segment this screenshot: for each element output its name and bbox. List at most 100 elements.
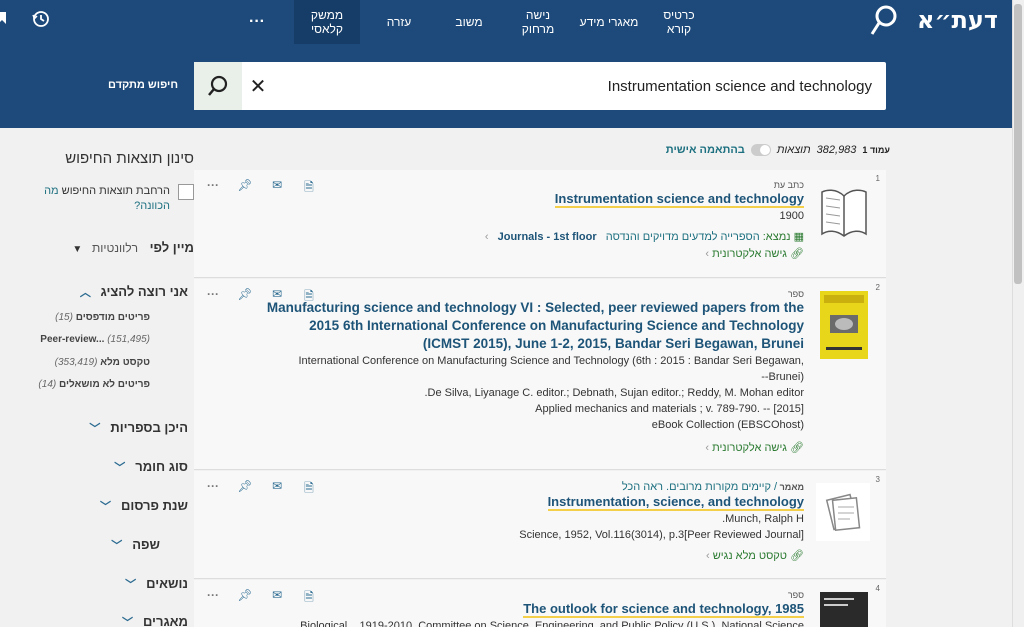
personalize-label[interactable]: בהתאמה אישית — [666, 144, 745, 156]
history-icon[interactable] — [32, 10, 50, 33]
nav-remote-access[interactable]: נישה מרחוק — [510, 0, 566, 44]
pin-icon[interactable] — [0, 10, 8, 33]
page-number: עמוד 1 — [862, 145, 890, 155]
personalize-toggle[interactable] — [750, 144, 771, 156]
results-summary: עמוד 1 382,983 תוצאות בהתאמה אישית — [640, 140, 890, 160]
facet-material-type[interactable]: סוג חומר﹀ — [114, 459, 188, 475]
scrollbar-thumb[interactable] — [1014, 4, 1022, 284]
result-number: 1 — [875, 174, 880, 183]
expand-results-label: הרחבת תוצאות החיפוש מה הכוונה? — [44, 185, 170, 212]
pin-icon[interactable]: 📌︎ — [236, 178, 254, 199]
material-type: כתב עת — [773, 180, 804, 190]
expand-results-checkbox[interactable] — [178, 184, 194, 200]
availability-link[interactable]: 🔗︎ טקסט מלא נגיש › — [264, 549, 804, 562]
result-title[interactable]: The outlook for science and technology, … — [264, 600, 804, 618]
email-icon[interactable]: ✉ — [268, 479, 286, 500]
see-all-sources-link[interactable]: / קיימים מקורות מרובים. ראה הכל — [622, 481, 777, 493]
result-meta: International Conference on Manufacturin… — [298, 355, 804, 383]
result-meta: Munch, Ralph H. — [722, 513, 804, 525]
more-actions-icon[interactable]: ··· — [204, 178, 222, 199]
facet-databases[interactable]: מאגרים﹀ — [122, 614, 188, 627]
search-input[interactable] — [312, 62, 872, 110]
nav-feedback[interactable]: משוב — [446, 0, 492, 44]
result-meta: De Silva, Liyanage C. editor.; Debnath, … — [424, 387, 804, 399]
clear-search-button[interactable]: ✕ — [246, 74, 270, 99]
search-band: ✕ חיפוש מתקדם — [0, 44, 1012, 128]
search-box: ✕ — [194, 62, 886, 110]
result-actions: ··· 📌︎ ✉ 🗎 — [204, 178, 318, 199]
chevron-left-icon: › — [705, 442, 709, 454]
availability-link[interactable]: 🔗︎ גישה אלקטרונית › — [264, 441, 804, 454]
facet-libraries[interactable]: היכן בספריות﹀ — [89, 420, 188, 436]
result-actions: ··· 📌︎ ✉ 🗎 — [204, 479, 318, 500]
result-item: 2 ספר Manufacturing science and technolo… — [194, 279, 886, 470]
scrollbar[interactable] — [1012, 0, 1024, 627]
search-button[interactable] — [194, 62, 242, 110]
facet-item[interactable]: פריטים לא מושאלים (14) — [38, 379, 150, 390]
result-item: 4 ספר The outlook for science and techno… — [194, 580, 886, 627]
chevron-up-icon: ︿ — [79, 287, 91, 299]
result-title[interactable]: Instrumentation, science, and technology — [264, 493, 804, 511]
book-cover-thumbnail[interactable] — [820, 592, 868, 627]
pin-icon[interactable]: 📌︎ — [236, 479, 254, 500]
facet-subjects[interactable]: נושאים﹀ — [125, 576, 188, 592]
material-type: ספר — [787, 590, 804, 600]
result-title[interactable]: Instrumentation science and technology — [264, 190, 804, 208]
nav-classic-interface[interactable]: ממשק קלאסי — [294, 0, 360, 44]
nav-help[interactable]: עזרה — [376, 0, 422, 44]
more-menu-button[interactable]: ··· — [242, 0, 272, 44]
citation-icon[interactable]: 🗎 — [300, 588, 318, 609]
result-actions: ··· 📌︎ ✉ 🗎 — [204, 287, 318, 308]
results-count: 382,983 — [816, 144, 857, 156]
book-shelf-icon: ▦ — [793, 231, 804, 243]
pin-icon[interactable]: 📌︎ — [236, 287, 254, 308]
facet-publication-year[interactable]: שנת פרסום﹀ — [100, 498, 188, 514]
result-meta: Science, 1952, Vol.116(3014), p.3[Peer R… — [519, 529, 804, 541]
sort-by[interactable]: מיין לפי רלוונטיות ▼ — [72, 240, 194, 255]
availability-link[interactable]: 🔗︎ גישה אלקטרונית › — [264, 247, 804, 260]
sort-value: רלוונטיות — [91, 241, 138, 255]
facet-language[interactable]: שפה﹀ — [111, 537, 160, 553]
chevron-left-icon: › — [705, 248, 709, 260]
nav-databases[interactable]: מאגרי מידע — [578, 0, 640, 44]
chevron-left-icon: › — [484, 231, 489, 243]
link-icon: 🔗︎ — [790, 248, 804, 260]
email-icon[interactable]: ✉ — [268, 287, 286, 308]
result-item: 3 מאמר / קיימים מקורות מרובים. ראה הכל I… — [194, 471, 886, 579]
journal-thumbnail-icon[interactable] — [820, 182, 868, 240]
citation-icon[interactable]: 🗎 — [300, 479, 318, 500]
book-cover-thumbnail[interactable] — [820, 291, 868, 359]
chevron-down-icon: ﹀ — [125, 579, 137, 591]
show-only-facet[interactable]: אני רוצה להציג ︿ — [80, 284, 188, 300]
article-thumbnail-icon[interactable] — [816, 483, 870, 541]
result-title[interactable]: Manufacturing science and technology VI … — [264, 299, 804, 353]
nav-reader-card[interactable]: כרטיס קורא — [648, 0, 710, 44]
email-icon[interactable]: ✉ — [268, 588, 286, 609]
email-icon[interactable]: ✉ — [268, 178, 286, 199]
citation-icon[interactable]: 🗎 — [300, 178, 318, 199]
top-navbar: דעת״א כרטיס קורא מאגרי מידע נישה מרחוק מ… — [0, 0, 1012, 44]
facets-panel: סינון תוצאות החיפוש הרחבת תוצאות החיפוש … — [0, 136, 194, 627]
result-item: 1 כתב עת Instrumentation science and tec… — [194, 170, 886, 278]
search-icon — [208, 75, 228, 96]
advanced-search-link[interactable]: חיפוש מתקדם — [108, 79, 178, 91]
link-icon: 🔗︎ — [790, 550, 804, 562]
result-number: 2 — [875, 283, 880, 292]
facet-item[interactable]: Peer-review... (151,495) — [40, 334, 150, 345]
more-actions-icon[interactable]: ··· — [204, 479, 222, 500]
facet-item[interactable]: פריטים מודפסים (15) — [55, 312, 150, 323]
chevron-left-icon: › — [706, 550, 710, 562]
more-actions-icon[interactable]: ··· — [204, 588, 222, 609]
more-actions-icon[interactable]: ··· — [204, 287, 222, 308]
magnifier-logo-icon — [870, 5, 897, 35]
facet-item[interactable]: טקסט מלא (353,419) — [55, 357, 150, 368]
dropdown-arrow-icon: ▼ — [72, 244, 83, 255]
pin-icon[interactable]: 📌︎ — [236, 588, 254, 609]
location-line[interactable]: ▦ נמצא: הספרייה למדעים מדויקים והנדסה Jo… — [264, 230, 804, 243]
citation-icon[interactable]: 🗎 — [300, 287, 318, 308]
app-logo[interactable]: דעת״א — [917, 6, 998, 34]
result-meta: Biological... 1919-2010. Committee on Sc… — [291, 620, 804, 627]
result-number: 3 — [875, 475, 880, 484]
result-meta: 1900 — [779, 210, 804, 222]
material-type: מאמר / קיימים מקורות מרובים. ראה הכל — [621, 481, 804, 493]
